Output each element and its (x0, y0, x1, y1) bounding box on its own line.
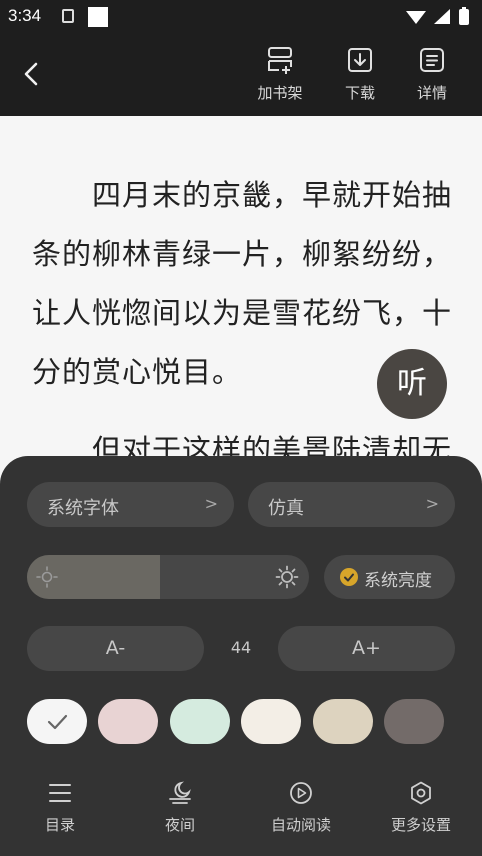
details-button[interactable]: 详情 (402, 46, 462, 103)
nav-toc-label: 目录 (44, 816, 75, 834)
system-brightness-toggle[interactable]: 系统亮度 (324, 555, 455, 599)
font-select-button[interactable]: 系统字体 > (27, 482, 234, 527)
brightness-low-icon (36, 566, 58, 588)
nav-toc[interactable]: 目录 (0, 780, 120, 835)
brightness-slider[interactable] (27, 555, 309, 599)
night-mode-icon (169, 781, 191, 804)
nav-auto-read[interactable]: 自动阅读 (241, 780, 361, 835)
checkmark-icon (47, 714, 68, 730)
font-increase-button[interactable]: A+ (278, 626, 455, 671)
nav-night-mode-label: 夜间 (164, 816, 195, 834)
chevron-left-icon (24, 62, 38, 86)
theme-swatch[interactable] (170, 699, 230, 744)
page-turn-mode-button[interactable]: 仿真 > (248, 482, 455, 527)
download-label: 下载 (344, 84, 375, 102)
battery-icon (459, 9, 469, 25)
details-label: 详情 (416, 84, 447, 102)
settings-icon (411, 781, 431, 805)
chevron-right-icon: > (204, 494, 218, 513)
status-time: 3:34 (8, 6, 42, 25)
app-notification-icon (88, 7, 108, 27)
details-icon (420, 48, 444, 72)
text-line: 条的柳林青绿一片，柳絮纷纷， (32, 237, 453, 271)
brightness-high-icon (275, 565, 299, 589)
add-to-bookshelf-button[interactable]: 加书架 (250, 46, 310, 103)
theme-swatch[interactable] (313, 699, 373, 744)
font-label: 系统字体 (47, 498, 119, 519)
signal-icon (434, 9, 450, 24)
back-button[interactable] (18, 60, 46, 88)
system-brightness-label: 系统亮度 (364, 571, 432, 591)
download-icon (348, 48, 372, 72)
nav-more-settings[interactable]: 更多设置 (361, 780, 481, 835)
nav-night-mode[interactable]: 夜间 (120, 780, 240, 835)
bookshelf-add-icon (268, 47, 292, 74)
text-line: 四月末的京畿，早就开始抽 (32, 178, 453, 212)
chevron-right-icon: > (425, 494, 439, 513)
add-to-bookshelf-label: 加书架 (257, 84, 303, 102)
theme-swatch[interactable] (384, 699, 444, 744)
nav-more-settings-label: 更多设置 (390, 816, 451, 834)
top-toolbar: 加书架 下载 详情 (0, 36, 482, 116)
theme-swatch[interactable] (98, 699, 158, 744)
theme-swatch[interactable] (27, 699, 87, 744)
wifi-icon (406, 11, 426, 24)
font-size-value: 44 (230, 638, 252, 657)
text-line: 让人恍惚间以为是雪花纷飞，十 (32, 296, 453, 330)
page-turn-mode-label: 仿真 (268, 498, 304, 519)
theme-swatch[interactable] (241, 699, 301, 744)
listen-button[interactable]: 听 (377, 349, 447, 419)
check-circle-icon (340, 568, 358, 586)
font-decrease-button[interactable]: A- (27, 626, 204, 671)
status-icons (404, 7, 474, 31)
nav-auto-read-label: 自动阅读 (270, 816, 331, 834)
download-button[interactable]: 下载 (330, 46, 390, 103)
auto-read-icon (290, 782, 312, 804)
menu-list-icon (49, 784, 71, 802)
status-bar: 3:34 (0, 0, 482, 36)
notification-icon (62, 9, 74, 23)
